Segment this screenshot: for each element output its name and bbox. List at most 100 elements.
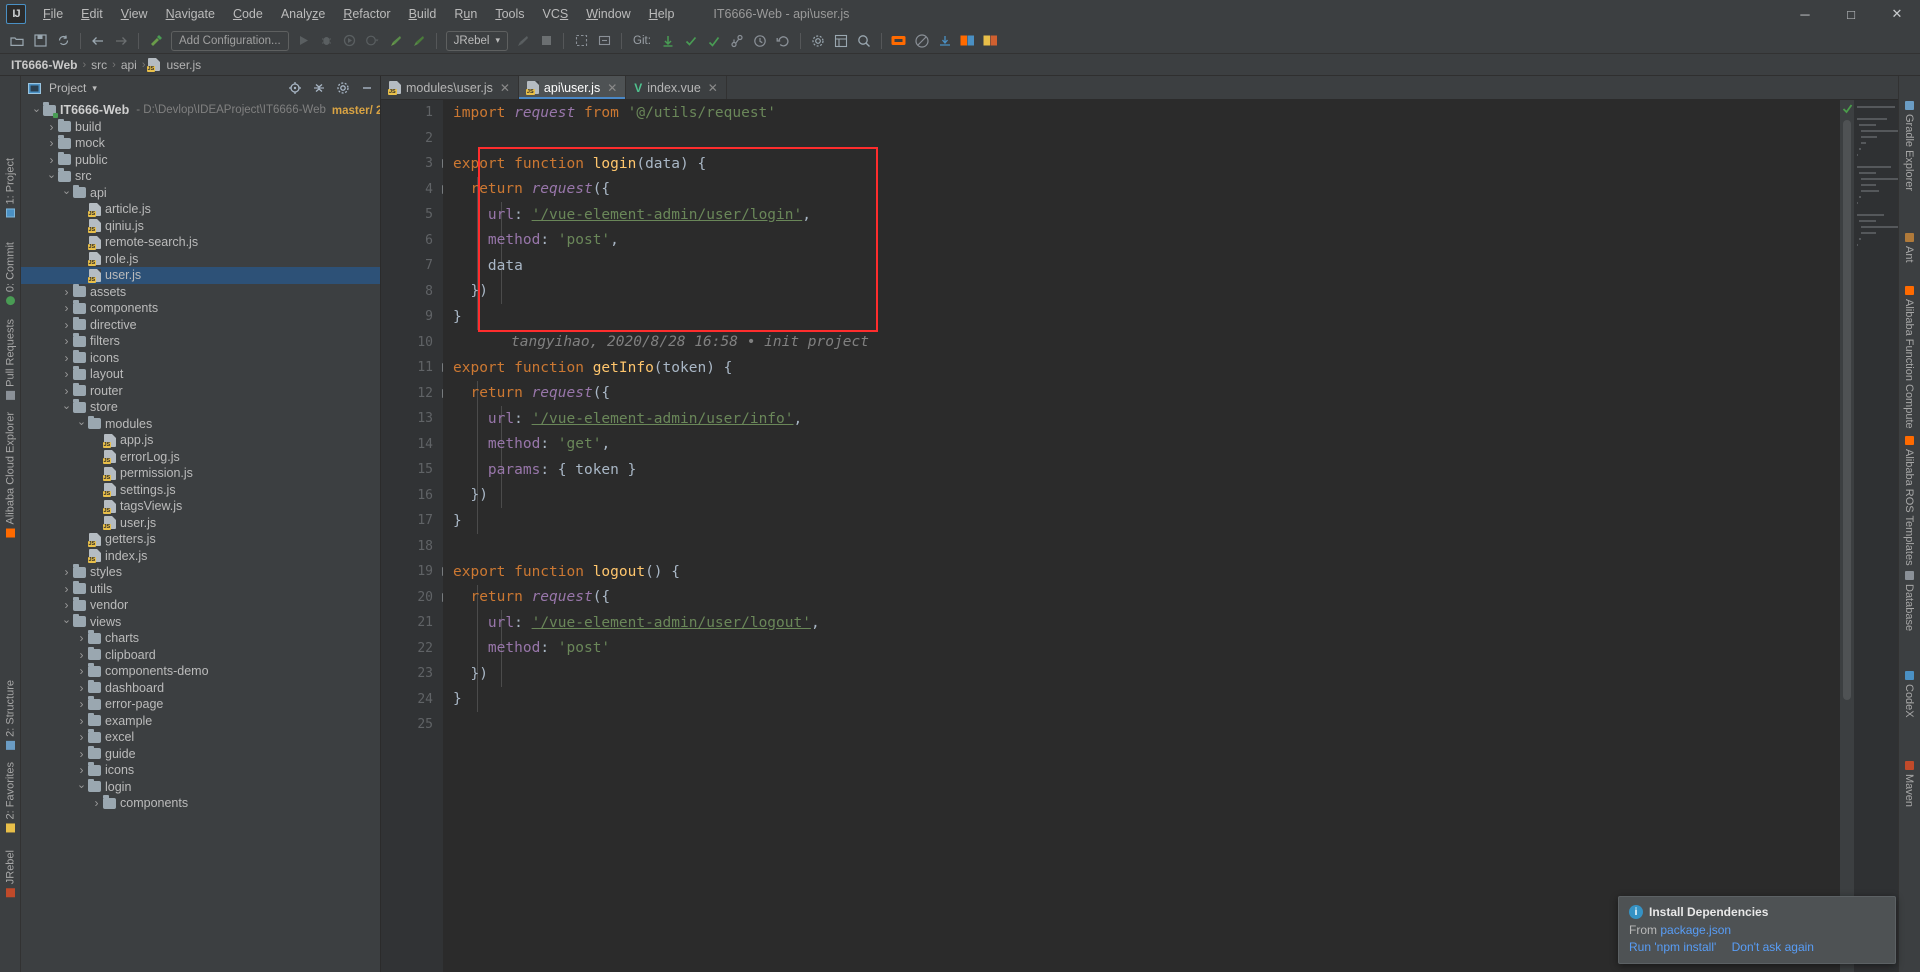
settings-icon[interactable] bbox=[807, 30, 829, 52]
tree-row[interactable]: qiniu.js bbox=[21, 218, 380, 235]
tree-row[interactable]: › components-demo bbox=[21, 663, 380, 680]
menu-item-analyze[interactable]: Analyze bbox=[272, 3, 334, 25]
close-icon[interactable]: ✕ bbox=[500, 81, 510, 95]
gutter-line-17[interactable]: 17⌂ bbox=[381, 508, 449, 534]
open-folder-icon[interactable] bbox=[6, 30, 28, 52]
gutter-line-22[interactable]: 22 bbox=[381, 636, 443, 662]
code-line-21[interactable]: url: '/vue-element-admin/user/logout', bbox=[453, 610, 1840, 636]
chevron-right-icon[interactable]: › bbox=[61, 367, 72, 381]
code-line-11[interactable]: export function getInfo(token) { bbox=[453, 355, 1840, 381]
attach-debugger-icon[interactable] bbox=[408, 30, 430, 52]
editor-minimap[interactable] bbox=[1854, 100, 1898, 972]
package-json-link[interactable]: package.json bbox=[1660, 923, 1731, 937]
build-hammer-icon[interactable] bbox=[145, 30, 167, 52]
menu-item-tools[interactable]: Tools bbox=[486, 3, 533, 25]
chevron-down-icon[interactable]: ⌄ bbox=[76, 415, 87, 428]
chevron-right-icon[interactable]: › bbox=[76, 631, 87, 645]
gutter-line-19[interactable]: 19− bbox=[381, 559, 451, 585]
gutter-line-7[interactable]: 7 bbox=[381, 253, 443, 279]
gutter-line-10[interactable]: 10 bbox=[381, 330, 443, 356]
sidebar-item-favorites[interactable]: 2: Favorites bbox=[0, 756, 21, 838]
tree-row[interactable]: › public bbox=[21, 151, 380, 169]
jrebel-selector[interactable]: JRebel ▾ bbox=[445, 30, 508, 51]
tree-row[interactable]: ⌄ views bbox=[21, 613, 380, 631]
maximize-button[interactable]: □ bbox=[1828, 0, 1874, 28]
search-everywhere-icon[interactable] bbox=[853, 30, 875, 52]
tree-row[interactable]: › dashboard bbox=[21, 679, 380, 697]
close-icon[interactable]: ✕ bbox=[708, 81, 718, 95]
sidebar-item-alibaba-ros-templates[interactable]: Alibaba ROS Templates bbox=[1898, 431, 1920, 571]
code-line-13[interactable]: url: '/vue-element-admin/user/info', bbox=[453, 406, 1840, 432]
gutter-line-18[interactable]: 18 bbox=[381, 534, 443, 560]
sidebar-item-ant[interactable]: Ant bbox=[1898, 228, 1920, 268]
editor-scrollbar-thumb[interactable] bbox=[1843, 120, 1851, 700]
tree-row[interactable]: › router bbox=[21, 382, 380, 400]
expand-collapse-icon[interactable] bbox=[310, 79, 328, 97]
menu-item-edit[interactable]: Edit bbox=[72, 3, 112, 25]
code-line-25[interactable] bbox=[453, 712, 1840, 738]
sidebar-item-alibaba-function-compute[interactable]: Alibaba Function Compute bbox=[1898, 281, 1920, 434]
sidebar-item-project[interactable]: 1: Project bbox=[0, 152, 21, 223]
gutter-line-20[interactable]: 20− bbox=[381, 585, 451, 611]
tree-row[interactable]: › icons bbox=[21, 762, 380, 779]
chevron-down-icon[interactable]: ⌄ bbox=[76, 778, 87, 791]
locate-file-icon[interactable] bbox=[286, 79, 304, 97]
attach-profiler-icon[interactable] bbox=[385, 30, 407, 52]
editor-tab-api-user-js[interactable]: api\user.js ✕ bbox=[518, 76, 627, 99]
run-configuration-selector[interactable]: Add Configuration... bbox=[171, 30, 289, 51]
menu-item-window[interactable]: Window bbox=[577, 3, 639, 25]
chevron-down-icon[interactable]: ▾ bbox=[92, 83, 97, 94]
tree-row[interactable]: › components bbox=[21, 300, 380, 317]
dont-ask-again-link[interactable]: Don't ask again bbox=[1732, 940, 1814, 954]
gear-icon[interactable] bbox=[334, 79, 352, 97]
back-arrow-icon[interactable] bbox=[87, 30, 109, 52]
tree-row[interactable]: › assets bbox=[21, 283, 380, 301]
editor-tab-modules-user-js[interactable]: modules\user.js ✕ bbox=[381, 76, 519, 99]
tree-row-project-root[interactable]: ⌄ IT6666-Web - D:\Devlop\IDEAProject\IT666… bbox=[21, 102, 380, 119]
chevron-right-icon[interactable]: › bbox=[46, 136, 57, 150]
sidebar-item-gradle-explorer[interactable]: Gradle Explorer bbox=[1898, 96, 1920, 196]
chevron-right-icon[interactable]: › bbox=[61, 285, 72, 299]
tree-row[interactable]: role.js bbox=[21, 251, 380, 268]
tree-row[interactable]: › clipboard bbox=[21, 646, 380, 664]
chevron-right-icon[interactable]: › bbox=[76, 664, 87, 678]
code-line-23[interactable]: }) bbox=[453, 661, 1840, 687]
menu-item-navigate[interactable]: Navigate bbox=[157, 3, 224, 25]
gutter-line-1[interactable]: 1 bbox=[381, 100, 443, 126]
editor-gutter[interactable]: 123−4−5678⌂9⌂1011−12−13141516⌂17⌂1819−20… bbox=[381, 100, 451, 972]
gutter-line-24[interactable]: 24⌂ bbox=[381, 687, 449, 713]
tree-row[interactable]: ⌄ login bbox=[21, 778, 380, 796]
code-line-20[interactable]: return request({ bbox=[453, 585, 1840, 611]
breadcrumb-item-api[interactable]: api bbox=[118, 57, 140, 73]
tree-row[interactable]: › filters bbox=[21, 333, 380, 350]
chevron-down-icon[interactable]: ⌄ bbox=[61, 613, 72, 626]
tree-row[interactable]: ⌄ store bbox=[21, 399, 380, 416]
tree-row[interactable]: › mock bbox=[21, 135, 380, 152]
chevron-right-icon[interactable]: › bbox=[61, 598, 72, 612]
sidebar-item-codex[interactable]: CodeX bbox=[1898, 666, 1920, 723]
gutter-line-2[interactable]: 2 bbox=[381, 126, 443, 152]
chevron-down-icon[interactable]: ⌄ bbox=[61, 399, 72, 412]
gutter-line-12[interactable]: 12− bbox=[381, 381, 451, 407]
gutter-line-9[interactable]: 9⌂ bbox=[381, 304, 450, 330]
chevron-right-icon[interactable]: › bbox=[76, 681, 87, 695]
chevron-right-icon[interactable]: › bbox=[76, 648, 87, 662]
close-button[interactable]: ✕ bbox=[1874, 0, 1920, 28]
tree-row[interactable]: ⌄ api bbox=[21, 184, 380, 202]
sidebar-item-pull-requests[interactable]: Pull Requests bbox=[0, 313, 21, 406]
deploy-icon[interactable] bbox=[934, 30, 956, 52]
branch-icon[interactable] bbox=[726, 30, 748, 52]
gutter-line-5[interactable]: 5 bbox=[381, 202, 443, 228]
chevron-right-icon[interactable]: › bbox=[61, 318, 72, 332]
gutter-line-15[interactable]: 15 bbox=[381, 457, 443, 483]
code-line-16[interactable]: }) bbox=[453, 483, 1840, 509]
sidebar-item-database[interactable]: Database bbox=[1898, 566, 1920, 636]
gutter-line-23[interactable]: 23⌂ bbox=[381, 661, 449, 687]
chevron-down-icon[interactable]: ⌄ bbox=[61, 184, 72, 197]
run-icon[interactable] bbox=[293, 30, 315, 52]
chevron-right-icon[interactable]: › bbox=[46, 153, 57, 167]
hide-panel-icon[interactable] bbox=[358, 79, 376, 97]
tree-row[interactable]: › excel bbox=[21, 729, 380, 746]
code-line-24[interactable]: } bbox=[453, 687, 1840, 713]
chevron-right-icon[interactable]: › bbox=[76, 714, 87, 728]
